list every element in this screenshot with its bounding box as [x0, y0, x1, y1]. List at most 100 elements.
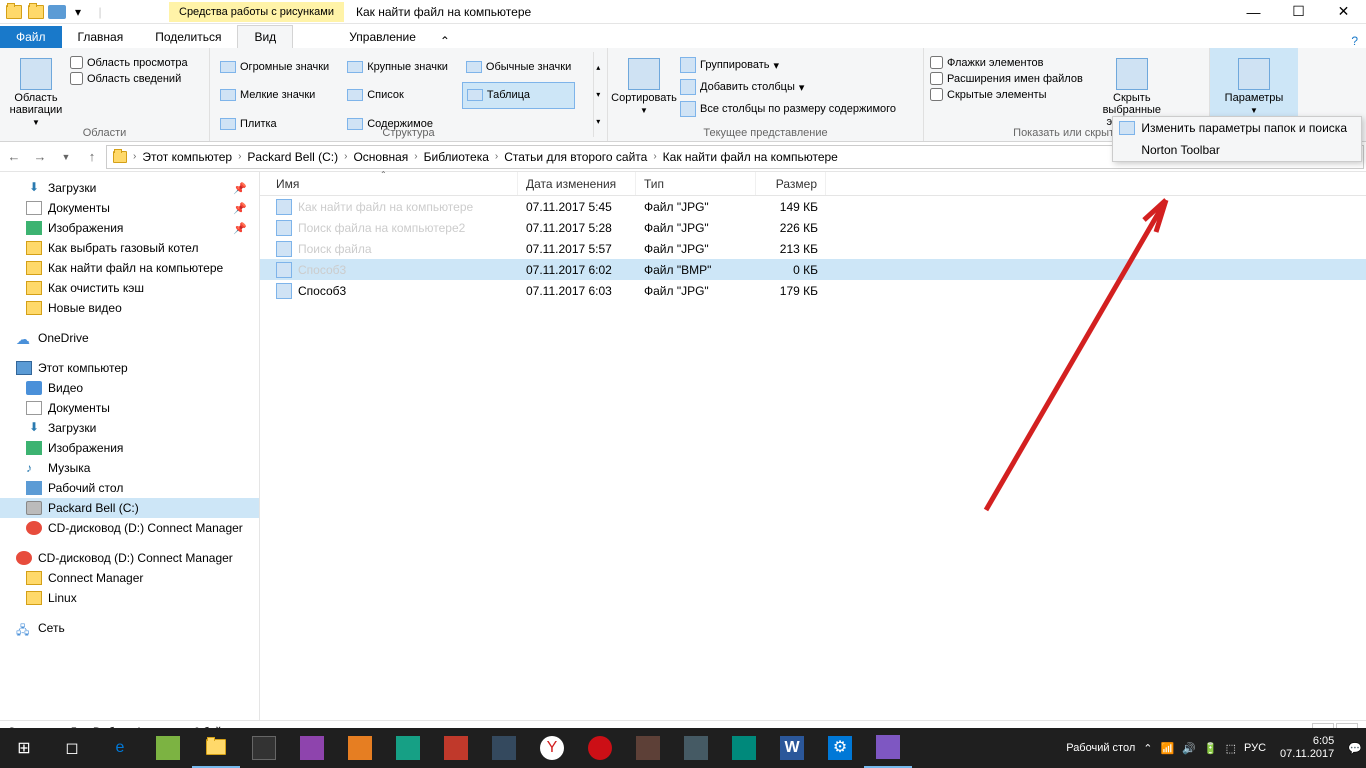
tray-clock[interactable]: 6:0507.11.2017 — [1274, 735, 1340, 761]
file-list[interactable]: Как найти файл на компьютере07.11.2017 5… — [260, 196, 1366, 720]
tray-volume-icon[interactable]: 🔊 — [1182, 742, 1196, 755]
nav-downloads2[interactable]: ⬇Загрузки — [0, 418, 259, 438]
tray-language[interactable]: РУС — [1244, 742, 1266, 754]
tb-app1[interactable] — [144, 728, 192, 768]
nav-drive-d2[interactable]: CD-дисковод (D:) Connect Manager — [0, 548, 259, 568]
crumb-1[interactable]: Packard Bell (C:) — [243, 150, 342, 164]
up-button[interactable]: ↑ — [80, 145, 104, 169]
minimize-button[interactable]: — — [1231, 0, 1276, 24]
nav-documents2[interactable]: Документы — [0, 398, 259, 418]
tab-home[interactable]: Главная — [62, 26, 140, 48]
show-desktop-label[interactable]: Рабочий стол — [1066, 742, 1135, 754]
nav-drive-c[interactable]: Packard Bell (C:) — [0, 498, 259, 518]
layout-large[interactable]: Крупные значки — [343, 54, 452, 80]
context-tab-pictures[interactable]: Средства работы с рисунками — [169, 2, 344, 22]
file-row[interactable]: Способ307.11.2017 6:02Файл "BMP"0 КБ — [260, 259, 1366, 280]
checkboxes-toggle[interactable]: Флажки элементов — [930, 56, 1083, 69]
nav-video[interactable]: Видео — [0, 378, 259, 398]
close-button[interactable]: ✕ — [1321, 0, 1366, 24]
tb-app6[interactable] — [432, 728, 480, 768]
nav-linux[interactable]: Linux — [0, 588, 259, 608]
start-button[interactable]: ⊞ — [0, 728, 48, 768]
nav-folder1[interactable]: Как выбрать газовый котел — [0, 238, 259, 258]
nav-thispc[interactable]: Этот компьютер — [0, 358, 259, 378]
layout-medium[interactable]: Обычные значки — [462, 54, 575, 80]
nav-downloads[interactable]: ⬇Загрузки📌 — [0, 178, 259, 198]
back-button[interactable]: ← — [2, 145, 26, 169]
preview-pane-toggle[interactable]: Область просмотра — [70, 56, 188, 69]
nav-music[interactable]: ♪Музыка — [0, 458, 259, 478]
tb-word[interactable]: W — [768, 728, 816, 768]
nav-pictures[interactable]: Изображения📌 — [0, 218, 259, 238]
history-button[interactable]: ▼ — [54, 145, 78, 169]
nav-drive-d[interactable]: CD-дисковод (D:) Connect Manager — [0, 518, 259, 538]
tb-yandex[interactable]: Y — [528, 728, 576, 768]
crumb-2[interactable]: Основная — [349, 150, 412, 164]
maximize-button[interactable]: ☐ — [1276, 0, 1321, 24]
nav-pictures2[interactable]: Изображения — [0, 438, 259, 458]
nav-folder2[interactable]: Как найти файл на компьютере — [0, 258, 259, 278]
qat-app-icon[interactable] — [26, 2, 46, 22]
nav-network[interactable]: 🖧Сеть — [0, 618, 259, 638]
layout-gallery-scroll[interactable]: ▴▾▾ — [593, 52, 602, 137]
file-row[interactable]: Способ307.11.2017 6:03Файл "JPG"179 КБ — [260, 280, 1366, 301]
ribbon-collapse[interactable]: ⌃ — [432, 34, 458, 48]
tray-overflow[interactable]: ⌃ — [1143, 742, 1152, 755]
nav-onedrive[interactable]: ☁OneDrive — [0, 328, 259, 348]
dropdown-change-folder-options[interactable]: Изменить параметры папок и поиска — [1113, 117, 1361, 139]
qat-folder[interactable] — [4, 2, 24, 22]
file-row[interactable]: Поиск файла07.11.2017 5:57Файл "JPG"213 … — [260, 238, 1366, 259]
qat-dropdown[interactable]: ▾ — [68, 2, 88, 22]
layout-xl[interactable]: Огромные значки — [216, 54, 333, 80]
tray-network-icon[interactable]: 📶 — [1161, 742, 1175, 755]
tb-app4[interactable] — [336, 728, 384, 768]
crumb-root[interactable]: › — [131, 151, 138, 162]
col-size[interactable]: Размер — [756, 172, 826, 195]
tb-opera[interactable] — [576, 728, 624, 768]
tb-app7[interactable] — [480, 728, 528, 768]
sort-button[interactable]: Сортировать▼ — [614, 52, 674, 137]
options-button[interactable]: Параметры▼ — [1216, 52, 1292, 115]
tb-app10[interactable] — [720, 728, 768, 768]
navpane-button[interactable]: Область навигации▼ — [6, 52, 66, 137]
help-button[interactable]: ? — [1343, 34, 1366, 48]
autofit-button[interactable]: Все столбцы по размеру содержимого — [678, 100, 898, 118]
dropdown-norton-toolbar[interactable]: Norton Toolbar — [1113, 139, 1361, 161]
tb-app9[interactable] — [672, 728, 720, 768]
tb-edge[interactable]: e — [96, 728, 144, 768]
col-name[interactable]: Имя⌃ — [260, 172, 518, 195]
nav-documents[interactable]: Документы📌 — [0, 198, 259, 218]
tab-manage[interactable]: Управление — [333, 26, 432, 48]
extensions-toggle[interactable]: Расширения имен файлов — [930, 72, 1083, 85]
crumb-0[interactable]: Этот компьютер — [138, 150, 236, 164]
groupby-button[interactable]: Группировать ▾ — [678, 56, 898, 74]
col-date[interactable]: Дата изменения — [518, 172, 636, 195]
nav-connect-manager[interactable]: Connect Manager — [0, 568, 259, 588]
layout-table[interactable]: Таблица — [462, 82, 575, 110]
file-row[interactable]: Поиск файла на компьютере207.11.2017 5:2… — [260, 217, 1366, 238]
details-pane-toggle[interactable]: Область сведений — [70, 72, 188, 85]
layout-small[interactable]: Мелкие значки — [216, 82, 333, 110]
tb-paint[interactable] — [864, 728, 912, 768]
tb-settings[interactable]: ⚙ — [816, 728, 864, 768]
nav-desktop[interactable]: Рабочий стол — [0, 478, 259, 498]
qat-pictures-icon[interactable] — [48, 5, 66, 19]
file-row[interactable]: Как найти файл на компьютере07.11.2017 5… — [260, 196, 1366, 217]
hidden-toggle[interactable]: Скрытые элементы — [930, 88, 1083, 101]
layout-list[interactable]: Список — [343, 82, 452, 110]
tb-app8[interactable] — [624, 728, 672, 768]
tb-explorer[interactable] — [192, 728, 240, 768]
crumb-3[interactable]: Библиотека — [420, 150, 493, 164]
tb-store[interactable] — [240, 728, 288, 768]
tray-notifications-icon[interactable]: 💬 — [1348, 742, 1362, 755]
tb-app5[interactable] — [384, 728, 432, 768]
crumb-5[interactable]: Как найти файл на компьютере — [659, 150, 842, 164]
tray-battery-icon[interactable]: 🔋 — [1204, 742, 1218, 755]
tab-share[interactable]: Поделиться — [139, 26, 237, 48]
col-type[interactable]: Тип — [636, 172, 756, 195]
tab-file[interactable]: Файл — [0, 26, 62, 48]
tab-view[interactable]: Вид — [237, 25, 293, 48]
addcols-button[interactable]: Добавить столбцы ▾ — [678, 78, 898, 96]
taskview-button[interactable]: ◻ — [48, 728, 96, 768]
crumb-4[interactable]: Статьи для второго сайта — [500, 150, 651, 164]
